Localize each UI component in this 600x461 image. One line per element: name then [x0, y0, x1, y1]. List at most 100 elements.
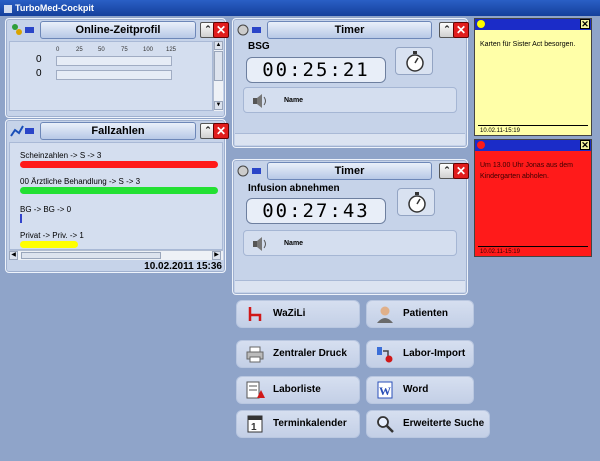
online-profile-header: Online-Zeitprofil ⌃ ✕	[8, 21, 229, 39]
note-close-button[interactable]: ✕	[580, 140, 590, 150]
stopwatch-button[interactable]	[397, 188, 435, 216]
timer-title: Timer	[267, 162, 432, 180]
fallzahl-bar	[20, 187, 218, 194]
timer-name: BSG	[248, 41, 270, 52]
fallzahl-bar	[20, 214, 22, 223]
timer-name: Infusion abnehmen	[248, 183, 340, 194]
speaker-icon	[253, 237, 266, 251]
pin-icon	[477, 20, 485, 28]
note-text: Karten für Sister Act besorgen.	[480, 41, 576, 48]
pin-icon	[477, 141, 485, 149]
erweiterte-suche-label: Erweiterte Suche	[403, 418, 485, 429]
close-button[interactable]: ✕	[213, 123, 229, 139]
note-header: ✕	[475, 19, 591, 30]
timer-panel: Timer ⌃ ✕ Infusion abnehmen 00:27:43 Nam…	[232, 159, 469, 295]
timer-title: Timer	[267, 21, 432, 39]
word-label: Word	[403, 384, 429, 395]
window-title: TurboMed-Cockpit	[15, 3, 94, 13]
fallzahlen-list: Scheinzahlen -> S -> 3 00 Ärztliche Beha…	[9, 142, 223, 250]
timer-header: Timer ⌃ ✕	[235, 21, 469, 39]
calendar-icon: 1	[247, 415, 263, 433]
fallzahl-bar	[20, 161, 218, 168]
sticky-note-red[interactable]: ✕ Um 13.00 Uhr Jonas aus dem Kindergarte…	[474, 139, 592, 257]
scroll-down-button[interactable]: ▼	[214, 101, 223, 110]
online-profile-panel: Online-Zeitprofil ⌃ ✕ 0 25 50 75 100 125…	[5, 18, 229, 118]
scale-tick: 0	[56, 47, 60, 53]
fallzahl-bar	[20, 241, 78, 248]
terminkalender-label: Terminkalender	[273, 418, 347, 429]
zentraler-druck-button[interactable]: Zentraler Druck	[236, 340, 360, 368]
horizontal-scrollbar[interactable]: ◀ ▶	[9, 250, 223, 260]
chart-icon	[10, 125, 34, 137]
scroll-right-button[interactable]: ▶	[212, 251, 221, 260]
svg-text:W: W	[379, 384, 391, 398]
laborliste-label: Laborliste	[273, 384, 321, 395]
magnifier-icon	[377, 416, 394, 433]
timer-header: Timer ⌃ ✕	[235, 162, 469, 180]
network-users-icon	[12, 24, 34, 35]
timer-name-box: Name	[243, 230, 457, 256]
printer-icon	[246, 346, 264, 363]
scale-tick: 100	[143, 47, 154, 53]
profile-row-value: 0	[36, 68, 42, 79]
close-button[interactable]: ✕	[453, 163, 469, 179]
timer-footer	[235, 280, 465, 292]
close-button[interactable]: ✕	[453, 22, 469, 38]
note-text: Um 13.00 Uhr Jonas aus dem Kindergarten …	[480, 162, 573, 180]
timer-network-icon	[237, 24, 261, 36]
timer-name-box: Name	[243, 87, 457, 113]
timer-name-label: Name	[284, 97, 304, 104]
sticky-note-yellow[interactable]: ✕ Karten für Sister Act besorgen. 10.02.…	[474, 18, 592, 136]
stopwatch-button[interactable]	[395, 47, 433, 75]
timer-panel: Timer ⌃ ✕ BSG 00:25:21 Name	[232, 18, 469, 148]
fallzahl-label: 00 Ärztliche Behandlung -> S -> 3	[20, 177, 141, 186]
wazili-button[interactable]: WaZiLi	[236, 300, 360, 328]
scale-tick: 75	[121, 47, 128, 53]
profile-row-bar	[56, 70, 172, 80]
chair-icon	[248, 307, 262, 321]
wazili-label: WaZiLi	[273, 308, 306, 319]
laborliste-button[interactable]: Laborliste	[236, 376, 360, 404]
online-profile-title: Online-Zeitprofil	[40, 21, 196, 39]
patient-avatar-icon	[377, 306, 393, 323]
fallzahl-label: Privat -> Priv. -> 1	[20, 231, 84, 240]
terminkalender-button[interactable]: 1 Terminkalender	[236, 410, 360, 438]
scale-tick: 125	[166, 47, 177, 53]
scale-tick: 25	[76, 47, 83, 53]
profile-row-bar	[56, 56, 172, 66]
svg-text:1: 1	[251, 422, 257, 433]
timer-display: 00:25:21	[246, 57, 386, 83]
close-button[interactable]: ✕	[213, 22, 229, 38]
patienten-button[interactable]: Patienten	[366, 300, 474, 328]
app-icon	[4, 4, 12, 13]
vertical-scrollbar[interactable]: ▲ ▼	[213, 41, 223, 111]
scroll-thumb[interactable]	[21, 252, 161, 259]
note-date: 10.02.11-15:19	[480, 249, 520, 255]
speaker-icon	[253, 94, 266, 108]
word-button[interactable]: W Word	[366, 376, 474, 404]
fallzahlen-header: Fallzahlen ⌃ ✕	[8, 122, 229, 140]
erweiterte-suche-button[interactable]: Erweiterte Suche	[366, 410, 490, 438]
note-date: 10.02.11-15:19	[480, 128, 520, 134]
online-profile-chart: 0 25 50 75 100 125 0 0	[9, 41, 213, 111]
scale-tick: 50	[98, 47, 105, 53]
stopwatch-icon	[406, 51, 424, 72]
fallzahlen-title: Fallzahlen	[40, 122, 196, 140]
scroll-up-button[interactable]: ▲	[214, 41, 223, 50]
timer-network-icon	[237, 165, 261, 177]
scroll-thumb[interactable]	[214, 51, 223, 81]
window-titlebar: TurboMed-Cockpit	[0, 0, 600, 16]
note-divider	[478, 125, 588, 126]
labor-import-button[interactable]: Labor-Import	[366, 340, 474, 368]
scroll-left-button[interactable]: ◀	[9, 251, 18, 260]
word-icon: W	[377, 381, 393, 399]
patienten-label: Patienten	[403, 308, 449, 319]
lab-list-icon	[246, 381, 265, 399]
fallzahlen-date: 10.02.2011 15:36	[144, 261, 222, 272]
fallzahlen-panel: Fallzahlen ⌃ ✕ Scheinzahlen -> S -> 3 00…	[5, 119, 229, 273]
zentraler-druck-label: Zentraler Druck	[273, 348, 347, 359]
note-close-button[interactable]: ✕	[580, 19, 590, 29]
stopwatch-icon	[408, 192, 426, 213]
fallzahl-label: BG -> BG -> 0	[20, 205, 72, 214]
lab-import-icon	[377, 347, 393, 363]
